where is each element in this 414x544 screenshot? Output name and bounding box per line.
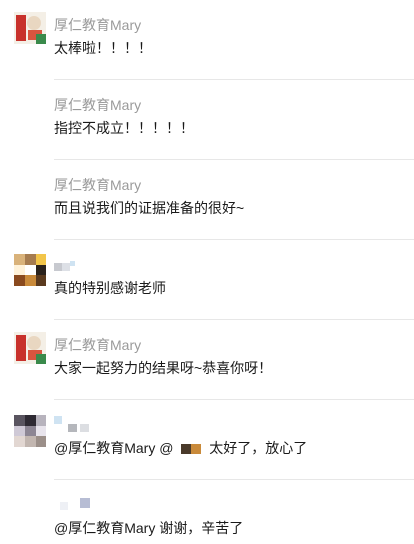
avatar-pixel: [25, 426, 36, 436]
mention-text[interactable]: @厚仁教育Mary @: [54, 440, 173, 456]
comment-text: @厚仁教育Mary 谢谢，辛苦了: [54, 520, 244, 536]
comment-text: 太棒啦！！！！: [54, 40, 152, 56]
org-logo-avatar[interactable]: [14, 332, 46, 364]
commenter-name[interactable]: 厚仁教育Mary: [54, 336, 141, 354]
blurred-commenter-name[interactable]: [54, 261, 76, 273]
avatar-pixel: [14, 254, 25, 265]
comment-text: 真的特别感谢老师: [54, 280, 166, 296]
mention-pixel: [191, 444, 202, 455]
comment-item: @厚仁教育Mary @ 太好了，放心了: [0, 400, 414, 480]
blurred-commenter-name[interactable]: [54, 416, 94, 432]
name-pixel: [80, 498, 90, 508]
commenter-name[interactable]: 厚仁教育Mary: [54, 176, 141, 194]
comment-text: 大家一起努力的结果呀~恭喜你呀！: [54, 360, 273, 376]
comment-text: 而且说我们的证据准备的很好~: [54, 200, 245, 216]
org-logo-icon: [14, 12, 46, 44]
blurred-commenter-name[interactable]: [54, 496, 94, 512]
name-pixel: [80, 424, 89, 432]
org-logo-icon: [14, 332, 46, 364]
avatar-pixel: [25, 275, 36, 286]
name-pixel: [60, 502, 68, 510]
avatar-pixel: [36, 275, 46, 286]
comment-item: 厚仁教育Mary 大家一起努力的结果呀~恭喜你呀！: [0, 320, 414, 400]
pixelated-user-avatar[interactable]: [14, 254, 46, 286]
avatar-pixel: [14, 265, 25, 275]
comment-item: @厚仁教育Mary 谢谢，辛苦了: [0, 480, 414, 544]
avatar-pixel: [36, 436, 46, 447]
comment-item: 厚仁教育Mary 而且说我们的证据准备的很好~: [0, 160, 414, 240]
commenter-name[interactable]: 厚仁教育Mary: [54, 16, 141, 34]
avatar-pixel: [14, 426, 25, 436]
name-pixel: [54, 263, 62, 271]
avatar-pixel: [25, 254, 36, 265]
avatar-pixel: [36, 265, 46, 275]
name-pixel: [70, 261, 75, 266]
name-pixel: [54, 416, 62, 424]
avatar-pixel: [36, 426, 46, 436]
comment-item: 厚仁教育Mary 太棒啦！！！！: [0, 0, 414, 80]
blurred-mention-avatar[interactable]: [181, 444, 202, 455]
mention-pixel: [181, 444, 192, 455]
comment-item: 真的特别感谢老师: [0, 240, 414, 320]
org-logo-avatar[interactable]: [14, 12, 46, 44]
name-pixel: [68, 424, 77, 432]
avatar-pixel: [36, 254, 46, 265]
avatar-pixel: [25, 415, 36, 426]
pixelated-user-avatar[interactable]: [14, 415, 46, 447]
avatar-pixel: [14, 275, 25, 286]
avatar-pixel: [25, 265, 36, 275]
comment-text-suffix: 太好了，放心了: [209, 440, 308, 456]
name-pixel: [62, 263, 70, 271]
comment-text: @厚仁教育Mary @ 太好了，放心了: [54, 439, 307, 457]
comment-item: 厚仁教育Mary 指控不成立！！！！！: [0, 80, 414, 160]
avatar-pixel: [25, 436, 36, 447]
avatar-pixel: [14, 436, 25, 447]
avatar-pixel: [36, 415, 46, 426]
avatar-pixel: [14, 415, 25, 426]
comment-text: 指控不成立！！！！！: [54, 120, 194, 136]
commenter-name[interactable]: 厚仁教育Mary: [54, 96, 141, 114]
